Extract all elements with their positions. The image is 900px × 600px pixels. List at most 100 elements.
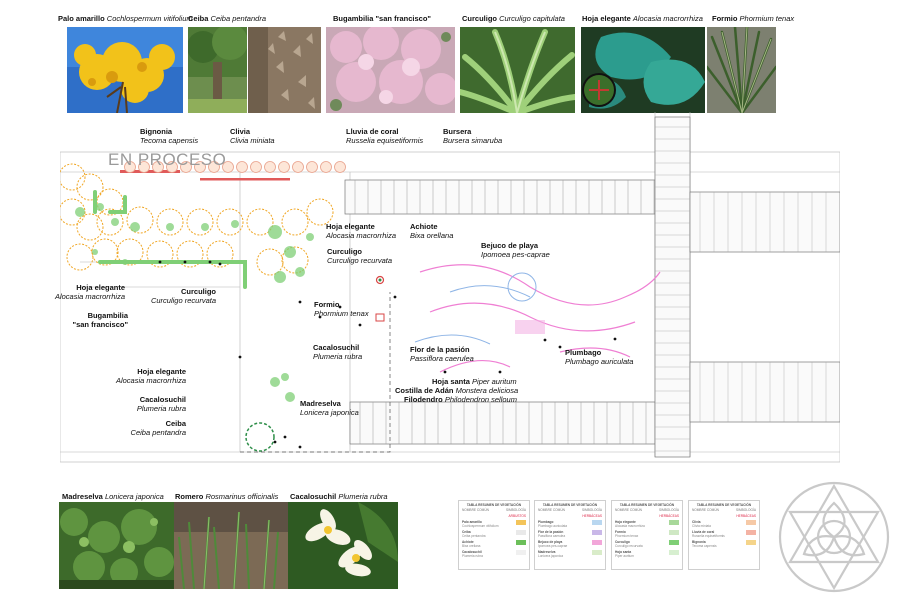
photo-bugambilia bbox=[326, 27, 455, 113]
legend-species: Flor de la pasión Passiflora caerulea bbox=[538, 530, 566, 538]
tree-ring bbox=[186, 208, 214, 236]
legend-category-row: HERBÁCEAS bbox=[615, 514, 679, 518]
label-curculigo-2: Curculigo Curculigo recurvata bbox=[150, 287, 216, 305]
label-clivia: Clivia Clivia miniata bbox=[230, 127, 275, 145]
leader-dot bbox=[238, 355, 242, 359]
planting-cluster bbox=[231, 220, 239, 228]
legend-category: HERBÁCEAS bbox=[659, 514, 679, 518]
achiote-marker-dot bbox=[378, 278, 382, 282]
legend-species: Bignonia Tecoma capensis bbox=[692, 540, 717, 548]
legend-header: NOMBRE COMÚN SIMBOLOGÍA bbox=[615, 508, 679, 512]
legend-species: Cacalosuchil Plumeria rubra bbox=[462, 550, 483, 558]
leader-dot bbox=[158, 260, 162, 264]
planting-cluster bbox=[111, 218, 119, 226]
legend-title: TABLA RESUMEN DE VEGETACIÓN bbox=[466, 503, 522, 507]
legend-row: Curculigo Curculigo recurvata bbox=[615, 540, 679, 548]
legend-header-symbol: SIMBOLOGÍA bbox=[505, 508, 526, 512]
planting-cluster bbox=[122, 259, 128, 265]
leader-dot bbox=[283, 435, 287, 439]
planting-cluster bbox=[96, 203, 104, 211]
legend-header-symbol: SIMBOLOGÍA bbox=[735, 508, 756, 512]
legend-species: Formio Phormium tenax bbox=[615, 530, 639, 538]
planting-cluster bbox=[270, 377, 280, 387]
photo-caption-curculigo: Curculigo Curculigo capitulata bbox=[462, 14, 565, 23]
legend-swatch bbox=[516, 520, 526, 525]
leader-dot bbox=[183, 260, 187, 264]
legend-row: Achiote Bixa orellana bbox=[462, 540, 526, 548]
small-tree bbox=[250, 161, 262, 173]
planting-cluster bbox=[274, 271, 286, 283]
legend-header: NOMBRE COMÚN SIMBOLOGÍA bbox=[538, 508, 602, 512]
legend-header: NOMBRE COMÚN SIMBOLOGÍA bbox=[692, 508, 756, 512]
photo-caption-hoja-elegante: Hoja elegante Alocasia macrorrhiza bbox=[582, 14, 703, 23]
small-tree bbox=[236, 161, 248, 173]
legend-category: HERBÁCEAS bbox=[736, 514, 756, 518]
planting-cluster bbox=[268, 225, 282, 239]
small-tree bbox=[292, 161, 304, 173]
photo-caption-palo-amarillo: Palo amarillo Cochlospermum vitifolium bbox=[58, 14, 193, 23]
photo-caption-formio: Formio Phormium tenax bbox=[712, 14, 795, 23]
legend-category-row: HERBÁCEAS bbox=[538, 514, 602, 518]
building-top bbox=[344, 179, 656, 215]
legend-header-name: NOMBRE COMÚN bbox=[692, 508, 719, 512]
legend-header-name: NOMBRE COMÚN bbox=[538, 508, 565, 512]
tree-ring bbox=[281, 208, 309, 236]
leader-dot bbox=[558, 345, 562, 349]
planting-cluster bbox=[295, 267, 305, 277]
building-bottom bbox=[349, 401, 656, 445]
label-filodendro: Filodendro Philodendron selloum bbox=[404, 395, 517, 404]
legend-header-name: NOMBRE COMÚN bbox=[615, 508, 642, 512]
planting-cluster bbox=[285, 392, 295, 402]
legend-title: TABLA RESUMEN DE VEGETACIÓN bbox=[542, 503, 598, 507]
leader-dot bbox=[218, 262, 222, 266]
photo-cacalosuchil bbox=[288, 502, 398, 589]
label-plumbago: Plumbago Plumbago auriculata bbox=[565, 348, 634, 366]
legend-category-row: ARBUSTOS bbox=[462, 514, 526, 518]
legend-row: Palo amarillo Cochlospermum vitifolium bbox=[462, 520, 526, 528]
legend-header-name: NOMBRE COMÚN bbox=[462, 508, 489, 512]
label-bursera: Bursera Bursera simaruba bbox=[443, 127, 503, 145]
planting-cluster bbox=[306, 233, 314, 241]
photo-caption-madreselva: Madreselva Lonicera japonica bbox=[62, 492, 164, 501]
legend-card: TABLA RESUMEN DE VEGETACIÓN NOMBRE COMÚN S… bbox=[688, 500, 760, 570]
small-tree bbox=[278, 161, 290, 173]
planting-path-green bbox=[93, 190, 247, 289]
legend-species: Achiote Bixa orellana bbox=[462, 540, 481, 548]
tree-ring bbox=[216, 208, 244, 236]
planting-cluster bbox=[75, 207, 85, 217]
legend-swatch bbox=[746, 520, 756, 525]
legend-swatch bbox=[516, 540, 526, 545]
legend-card: TABLA RESUMEN DE VEGETACIÓN NOMBRE COMÚN S… bbox=[534, 500, 606, 570]
legend-row: Hoja elegante Alocasia macrorrhiza bbox=[615, 520, 679, 528]
legend-species: Plumbago Plumbago auriculata bbox=[538, 520, 568, 528]
photo-ceiba-trunk bbox=[248, 27, 321, 113]
leader-dot bbox=[543, 338, 547, 342]
legend-species: Hoja santa Piper auritum bbox=[615, 550, 634, 558]
legend-swatch bbox=[669, 530, 679, 535]
photo-ceiba-tree bbox=[188, 27, 247, 113]
university-emblem bbox=[778, 481, 890, 593]
leader-dot bbox=[358, 323, 362, 327]
legend-species: Clivia Clivia miniata bbox=[692, 520, 711, 528]
planting-cluster bbox=[284, 246, 296, 258]
legend-header: NOMBRE COMÚN SIMBOLOGÍA bbox=[462, 508, 526, 512]
red-planting-strip-2 bbox=[200, 178, 290, 181]
label-formio: Formio Phormium tenax bbox=[314, 300, 369, 318]
tree-ring bbox=[60, 163, 86, 191]
circular-planter bbox=[245, 422, 275, 452]
label-bignonia: Bignonia Tecoma capensis bbox=[140, 127, 199, 145]
legend-category: HERBÁCEAS bbox=[582, 514, 602, 518]
legend-category: ARBUSTOS bbox=[508, 514, 526, 518]
label-madreselva: Madreselva Lonicera japonica bbox=[300, 399, 359, 417]
small-tree bbox=[264, 161, 276, 173]
legend-row: Ceiba Ceiba pentandra bbox=[462, 530, 526, 538]
legend-swatch bbox=[592, 530, 602, 535]
leader-dot bbox=[273, 440, 277, 444]
label-bugambilia: Bugambilia "san francisco" bbox=[72, 311, 128, 329]
legend-card: TABLA RESUMEN DE VEGETACIÓN NOMBRE COMÚN S… bbox=[458, 500, 530, 570]
photo-palo-amarillo bbox=[67, 27, 183, 113]
label-curculigo-1: Curculigo Curculigo recurvata bbox=[327, 247, 393, 265]
label-hoja-elegante-2: Hoja elegante Alocasia macrorrhiza bbox=[54, 283, 125, 301]
building-right bbox=[654, 116, 840, 458]
legend-title: TABLA RESUMEN DE VEGETACIÓN bbox=[619, 503, 675, 507]
